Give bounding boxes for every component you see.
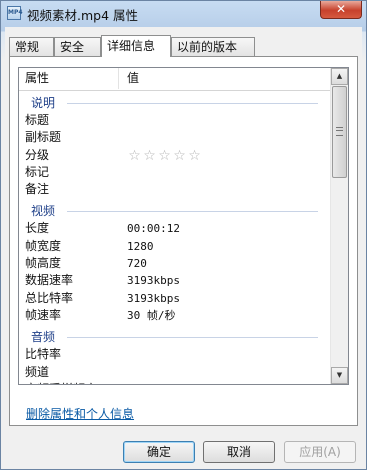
property-name: 比特率 [25, 347, 62, 362]
video-file-icon: MP4 [7, 6, 23, 20]
star-icon[interactable]: ☆ [157, 148, 172, 165]
group-label: 说明 [31, 96, 56, 110]
property-name: 数据速率 [25, 273, 74, 288]
group-header-description: 说明 [19, 90, 332, 112]
property-row-frame-width[interactable]: 帧宽度 1280 [19, 238, 332, 255]
property-name: 标题 [25, 113, 50, 127]
property-name: 分级 [25, 147, 50, 162]
property-row-tags[interactable]: 标记 [19, 164, 332, 181]
property-name: 频道 [25, 364, 50, 379]
close-button[interactable]: ✕ [320, 1, 362, 19]
property-list[interactable]: 属性 值 说明 标题 副标题 分级 ☆ ☆ ☆ ☆ ☆ 标记 备注 视频 长度 … [18, 67, 349, 385]
group-header-audio: 音频 [19, 324, 332, 346]
scroll-up-button[interactable]: ▲ [331, 68, 348, 85]
property-name: 长度 [25, 221, 50, 236]
group-label: 视频 [31, 204, 56, 219]
group-divider [67, 211, 318, 213]
apply-button[interactable]: 应用(A) [284, 441, 356, 463]
column-header-property[interactable]: 属性 [19, 68, 119, 89]
scroll-down-button[interactable]: ▼ [331, 367, 348, 384]
property-name: 副标题 [25, 130, 62, 145]
cancel-button[interactable]: 取消 [203, 441, 275, 463]
property-name: 总比特率 [25, 290, 74, 305]
list-header: 属性 值 [19, 68, 332, 91]
arrow-down-icon: ▼ [336, 371, 343, 379]
property-rows: 说明 标题 副标题 分级 ☆ ☆ ☆ ☆ ☆ 标记 备注 视频 长度 00:00… [19, 90, 332, 384]
property-name: 备注 [25, 182, 50, 197]
window-title: 视频素材.mp4 属性 [27, 8, 139, 23]
property-name: 音频采样频率 [25, 381, 97, 384]
property-name: 帧速率 [25, 307, 62, 322]
scroll-thumb[interactable] [332, 86, 347, 178]
property-value: 3193kbps [127, 291, 180, 305]
details-panel: 属性 值 说明 标题 副标题 分级 ☆ ☆ ☆ ☆ ☆ 标记 备注 视频 长度 … [9, 56, 358, 426]
property-row-frame-rate[interactable]: 帧速率 30 帧/秒 [19, 307, 332, 324]
property-row-rating[interactable]: 分级 ☆ ☆ ☆ ☆ ☆ [19, 147, 332, 164]
grip-icon [336, 127, 343, 136]
property-row-channels[interactable]: 频道 [19, 364, 332, 381]
properties-window: MP4 视频素材.mp4 属性 ✕ 常规 安全 详细信息 以前的版本 属性 值 … [0, 0, 367, 470]
tab-security[interactable]: 安全 [54, 37, 101, 56]
rating-stars[interactable]: ☆ ☆ ☆ ☆ ☆ [127, 148, 202, 164]
ok-button[interactable]: 确定 [123, 441, 195, 463]
tab-details[interactable]: 详细信息 [101, 35, 171, 57]
property-row-title[interactable]: 标题 [19, 112, 332, 129]
property-row-audio-sample-rate[interactable]: 音频采样频率 [19, 381, 332, 384]
property-row-total-bitrate[interactable]: 总比特率 3193kbps [19, 290, 332, 307]
property-value: 720 [127, 257, 147, 271]
title-bar[interactable]: MP4 视频素材.mp4 属性 ✕ [1, 1, 366, 27]
property-row-subtitle[interactable]: 副标题 [19, 129, 332, 146]
property-value: 00:00:12 [127, 222, 180, 236]
star-icon[interactable]: ☆ [172, 148, 187, 165]
star-icon[interactable]: ☆ [187, 148, 202, 165]
group-header-video: 视频 [19, 198, 332, 220]
tab-previous-versions[interactable]: 以前的版本 [171, 37, 255, 56]
property-row-bitrate[interactable]: 比特率 [19, 346, 332, 363]
dialog-client: 常规 安全 详细信息 以前的版本 属性 值 说明 标题 副标题 分级 ☆ ☆ ☆… [5, 27, 362, 467]
property-name: 标记 [25, 164, 50, 179]
arrow-up-icon: ▲ [336, 72, 343, 80]
property-row-frame-height[interactable]: 帧高度 720 [19, 255, 332, 272]
group-divider [67, 337, 318, 339]
remove-properties-link[interactable]: 删除属性和个人信息 [26, 405, 134, 422]
property-name: 帧宽度 [25, 238, 62, 253]
property-value: 30 帧/秒 [127, 308, 176, 322]
group-divider [67, 103, 318, 104]
property-row-data-rate[interactable]: 数据速率 3193kbps [19, 272, 332, 289]
property-value: 1280 [127, 239, 154, 253]
property-name: 帧高度 [25, 256, 62, 271]
property-value: 3193kbps [127, 274, 180, 288]
column-header-value[interactable]: 值 [119, 68, 332, 89]
vertical-scrollbar[interactable]: ▲ ▼ [330, 68, 348, 384]
star-icon[interactable]: ☆ [142, 148, 157, 165]
tab-general[interactable]: 常规 [9, 37, 54, 56]
property-row-length[interactable]: 长度 00:00:12 [19, 220, 332, 237]
star-icon[interactable]: ☆ [127, 148, 142, 165]
property-row-comments[interactable]: 备注 [19, 181, 332, 198]
close-icon: ✕ [335, 2, 347, 16]
group-label: 音频 [31, 330, 56, 345]
